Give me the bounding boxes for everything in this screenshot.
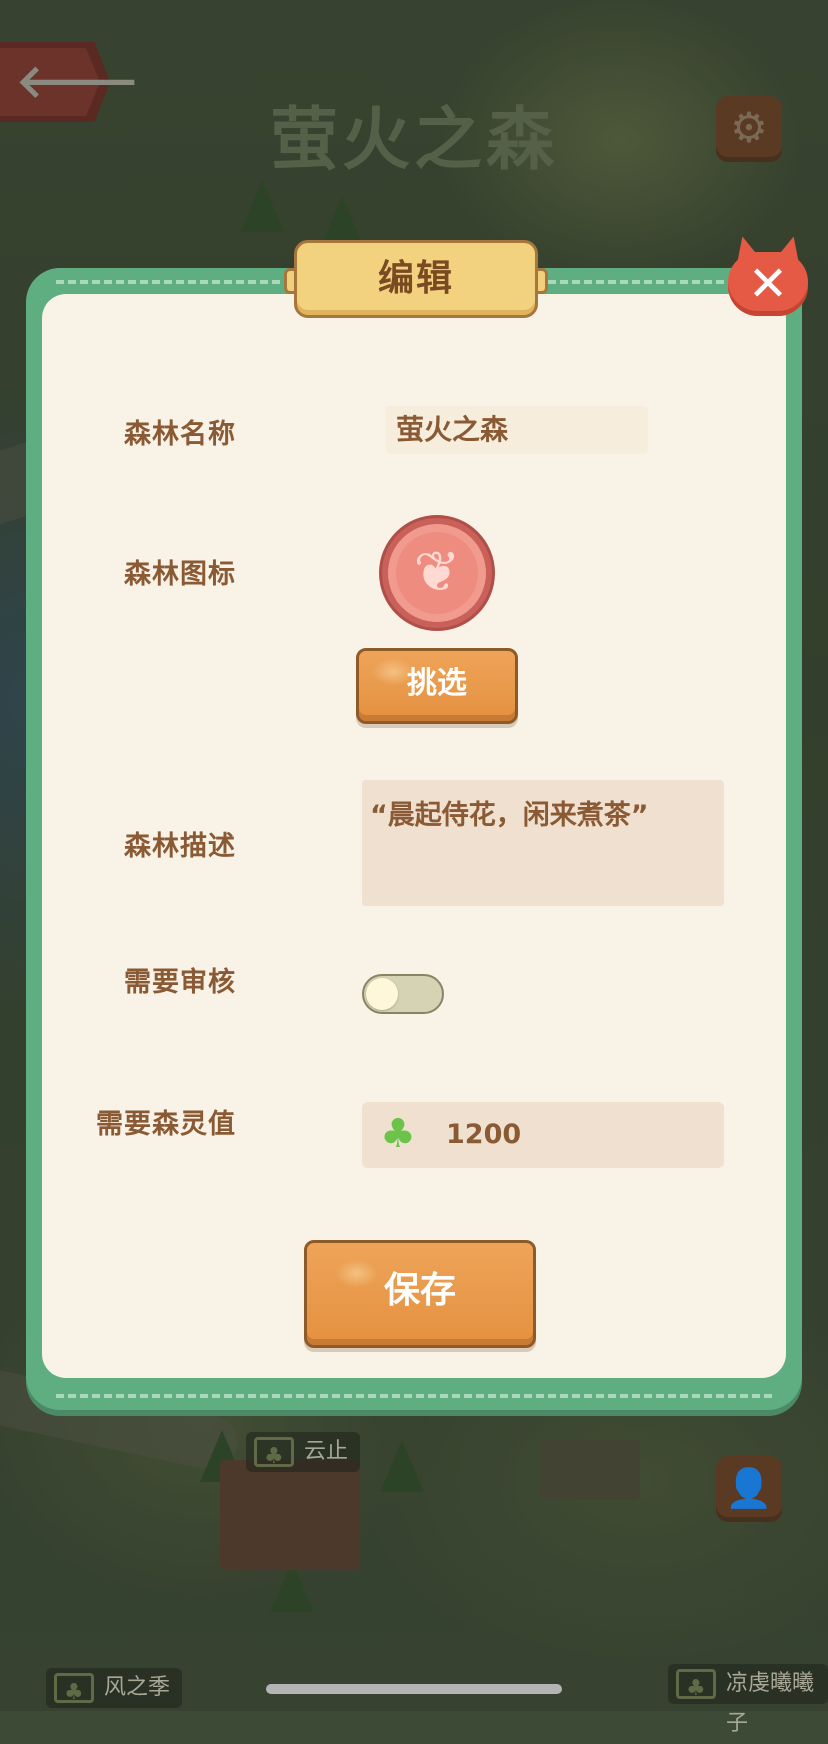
flag-icon — [676, 1669, 716, 1709]
flag-icon — [54, 1673, 94, 1713]
close-x-icon: ✕ — [747, 256, 789, 312]
butterfly-icon: ❦ — [413, 540, 461, 605]
need-review-label: 需要审核 — [124, 967, 236, 998]
pick-icon-button[interactable]: 挑选 — [356, 648, 518, 724]
close-button[interactable]: ✕ — [724, 233, 812, 318]
spirit-value-label: 需要森灵值 — [96, 1109, 236, 1140]
dialog-title-plaque: 编辑 — [284, 240, 548, 320]
forest-icon-label: 森林图标 — [124, 559, 236, 590]
gear-icon: ⚙ — [730, 103, 768, 152]
map-label-fengzhiji[interactable]: 风之季 — [46, 1668, 183, 1713]
forest-name-label: 森林名称 — [124, 419, 236, 450]
spirit-value-number: 1200 — [446, 1119, 522, 1150]
settings-button[interactable]: ⚙ — [716, 96, 782, 162]
dialog-title: 编辑 — [377, 258, 454, 299]
edit-dialog: 森林名称 萤火之森 森林图标 ❦ 挑选 森林描述 “晨起侍花，闲来煮茶” 需要审… — [26, 233, 808, 1410]
spirit-value-input[interactable]: ♣ 1200 — [362, 1102, 724, 1168]
forest-name-value: 萤火之森 — [396, 413, 509, 446]
save-button[interactable]: 保存 — [304, 1240, 536, 1348]
clover-icon: ♣ — [380, 1111, 416, 1157]
map-title: 萤火之森 — [269, 101, 558, 180]
map-label-yunzhi[interactable]: 云止 — [246, 1432, 361, 1477]
home-indicator[interactable] — [266, 1684, 562, 1694]
flag-icon — [254, 1437, 294, 1477]
forest-name-input[interactable]: 萤火之森 — [386, 406, 648, 454]
profile-button[interactable]: 👤 — [716, 1456, 782, 1522]
forest-desc-input[interactable]: “晨起侍花，闲来煮茶” — [362, 780, 724, 906]
need-review-toggle[interactable] — [362, 974, 444, 1014]
map-label-liangqian[interactable]: 凉虔曦曦子 — [668, 1664, 828, 1736]
person-card-icon: 👤 — [725, 1466, 773, 1510]
forest-icon-badge: ❦ — [382, 518, 492, 628]
forest-desc-value: “晨起侍花，闲来煮茶” — [370, 800, 649, 831]
forest-desc-label: 森林描述 — [124, 831, 236, 862]
dialog-panel: 森林名称 萤火之森 森林图标 ❦ 挑选 森林描述 “晨起侍花，闲来煮茶” 需要审… — [42, 294, 786, 1378]
toggle-knob — [366, 978, 398, 1010]
